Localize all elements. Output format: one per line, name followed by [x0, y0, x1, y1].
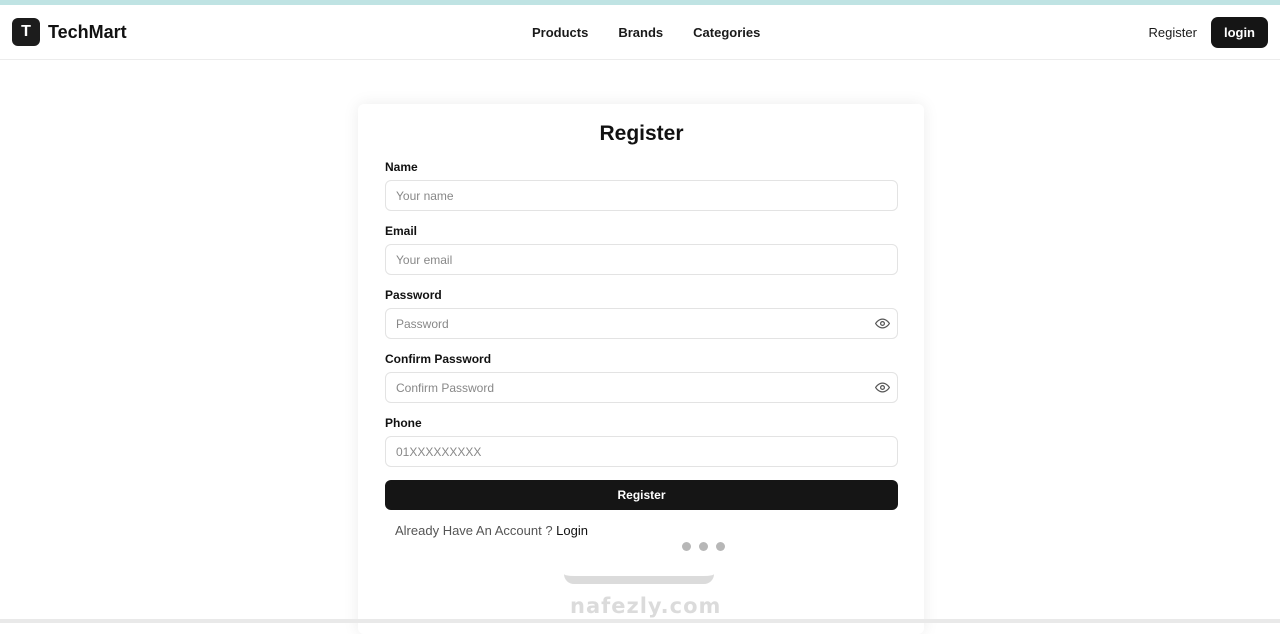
phone-label: Phone — [385, 416, 422, 430]
email-field-group: Email — [385, 224, 898, 275]
password-label: Password — [385, 288, 442, 302]
phone-field-group: Phone — [385, 416, 898, 467]
nav-link-products[interactable]: Products — [532, 25, 588, 40]
nav-login-button[interactable]: login — [1210, 16, 1268, 48]
eye-icon[interactable] — [875, 380, 890, 395]
confirm-password-label: Confirm Password — [385, 352, 492, 366]
email-input[interactable] — [385, 244, 898, 275]
confirm-password-input-wrap — [385, 372, 898, 403]
already-account-label: Already Have An Account ? — [395, 523, 557, 538]
register-submit-button[interactable]: Register — [385, 480, 898, 510]
bottom-scroll-edge — [0, 619, 1280, 623]
confirm-password-field-group: Confirm Password — [385, 352, 898, 403]
page-title: Register — [599, 122, 684, 145]
register-card: Register Name Email Password Confirm Pas… — [358, 104, 924, 634]
brand-name: TechMart — [48, 21, 127, 42]
email-label: Email — [385, 224, 418, 238]
already-account-text: Already Have An Account ? Login — [385, 523, 898, 538]
brand[interactable]: T TechMart — [12, 18, 127, 46]
nav-link-categories[interactable]: Categories — [693, 25, 760, 40]
password-input-wrap — [385, 308, 898, 339]
brand-logo: T — [12, 18, 40, 46]
nav-link-brands[interactable]: Brands — [618, 25, 663, 40]
password-field-group: Password — [385, 288, 898, 339]
name-input[interactable] — [385, 180, 898, 211]
nav-register-link[interactable]: Register — [1149, 25, 1197, 40]
name-label: Name — [385, 160, 418, 174]
nav-links: Products Brands Categories — [532, 5, 760, 60]
nav-auth: Register login — [1149, 16, 1268, 48]
phone-input[interactable] — [385, 436, 898, 467]
login-link[interactable]: Login — [556, 523, 588, 538]
confirm-password-input[interactable] — [385, 372, 898, 403]
eye-icon[interactable] — [875, 316, 890, 331]
name-field-group: Name — [385, 160, 898, 211]
navbar: T TechMart Products Brands Categories Re… — [0, 5, 1280, 60]
password-input[interactable] — [385, 308, 898, 339]
